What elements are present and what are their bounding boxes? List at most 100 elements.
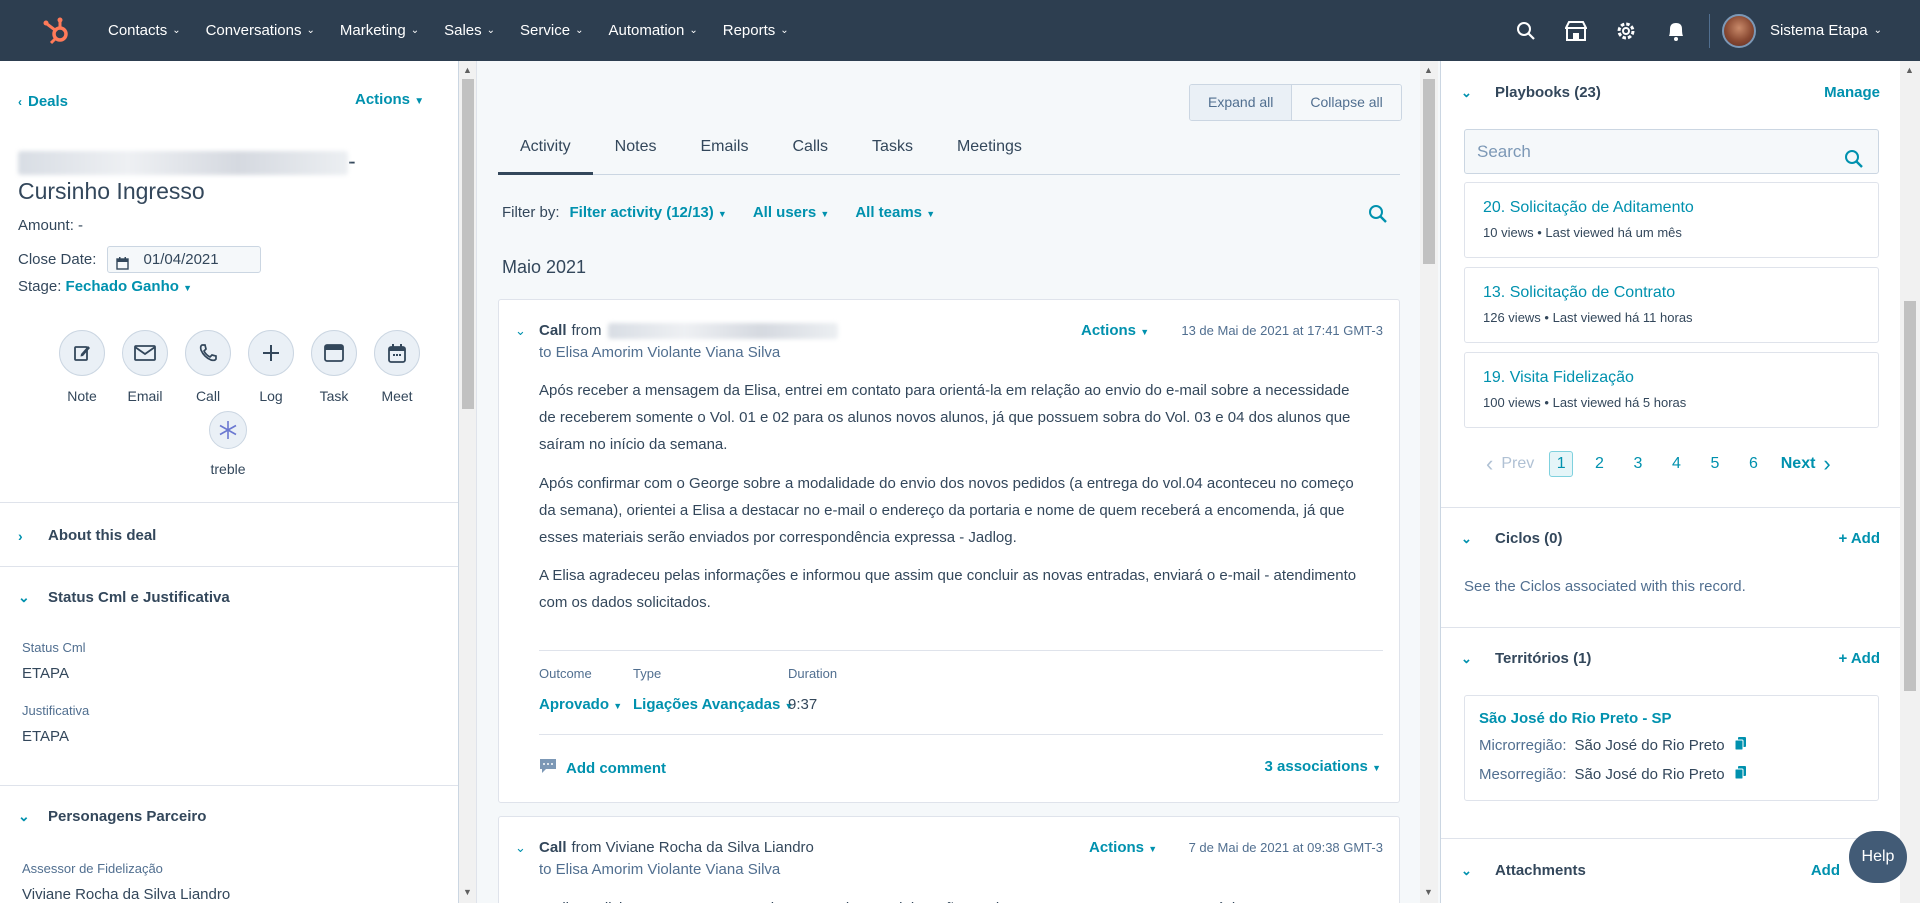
- call-button[interactable]: Call: [176, 330, 240, 404]
- tab-activity[interactable]: Activity: [498, 135, 593, 175]
- close-date-input[interactable]: 01/04/2021: [106, 246, 261, 273]
- scroll-down-icon[interactable]: ▼: [1424, 887, 1433, 897]
- page-1-button[interactable]: 1: [1549, 451, 1574, 477]
- territorios-section-toggle[interactable]: ⌄ Territórios (1): [1461, 650, 1591, 667]
- associations-dropdown[interactable]: 3 associations ▼: [1265, 758, 1381, 775]
- filter-activity-dropdown[interactable]: Filter activity (12/13) ▼: [570, 204, 727, 221]
- nav-service[interactable]: Service ⌄: [520, 22, 583, 39]
- page-4-button[interactable]: 4: [1657, 455, 1696, 473]
- comment-icon: [539, 758, 557, 778]
- note-button[interactable]: Note: [50, 330, 114, 404]
- card-header[interactable]: ⌄ Call from Viviane Rocha da Silva Liand…: [515, 839, 814, 856]
- deal-title[interactable]: - Cursinho Ingresso: [18, 146, 438, 206]
- log-button[interactable]: Log: [239, 330, 303, 404]
- about-section-toggle[interactable]: › About this deal: [18, 527, 156, 544]
- snowflake-icon: [209, 411, 247, 449]
- stage-dropdown[interactable]: Fechado Ganho ▼: [66, 278, 192, 295]
- left-scrollbar[interactable]: ▲ ▼: [459, 61, 477, 903]
- attachments-section-toggle[interactable]: ⌄ Attachments: [1461, 862, 1586, 879]
- scroll-up-icon[interactable]: ▲: [1905, 65, 1914, 75]
- card-header[interactable]: ⌄ Call from: [515, 322, 838, 339]
- playbook-card[interactable]: 20. Solicitação de Aditamento 10 views •…: [1464, 182, 1879, 258]
- chevron-down-icon: ⌄: [689, 25, 698, 36]
- tab-meetings[interactable]: Meetings: [935, 135, 1044, 175]
- back-to-deals-link[interactable]: ‹ Deals: [18, 93, 68, 110]
- justificativa-value[interactable]: ETAPA: [22, 728, 69, 745]
- scroll-thumb[interactable]: [1423, 79, 1435, 264]
- center-scrollbar[interactable]: ▲ ▼: [1420, 61, 1438, 903]
- tab-calls[interactable]: Calls: [770, 135, 850, 175]
- scroll-down-icon[interactable]: ▼: [463, 887, 472, 897]
- collapse-all-button[interactable]: Collapse all: [1292, 85, 1401, 120]
- hubspot-logo-icon[interactable]: [28, 0, 86, 61]
- all-users-dropdown[interactable]: All users ▼: [753, 204, 829, 221]
- search-icon[interactable]: [1368, 204, 1388, 227]
- type-dropdown[interactable]: Ligações Avançadas ▼: [633, 696, 793, 713]
- calendar-icon: [374, 330, 420, 376]
- add-territorios-button[interactable]: + Add: [1838, 650, 1880, 667]
- manage-playbooks-link[interactable]: Manage: [1824, 84, 1880, 101]
- copy-icon[interactable]: [1734, 737, 1746, 754]
- chevron-down-icon: ⌄: [18, 589, 30, 605]
- nav-marketing[interactable]: Marketing ⌄: [340, 22, 419, 39]
- user-menu[interactable]: Sistema Etapa ⌄: [1770, 22, 1882, 39]
- playbooks-search-input[interactable]: Search: [1464, 129, 1879, 174]
- copy-icon[interactable]: [1734, 766, 1746, 783]
- outcome-dropdown[interactable]: Aprovado ▼: [539, 696, 622, 713]
- expand-all-button[interactable]: Expand all: [1190, 85, 1293, 120]
- tab-tasks[interactable]: Tasks: [850, 135, 935, 175]
- status-cml-value[interactable]: ETAPA: [22, 665, 69, 682]
- chevron-down-icon[interactable]: ⌄: [515, 840, 539, 856]
- nav-reports[interactable]: Reports ⌄: [723, 22, 789, 39]
- ciclos-section-toggle[interactable]: ⌄ Ciclos (0): [1461, 530, 1563, 547]
- bell-icon[interactable]: [1651, 0, 1701, 61]
- caret-down-icon: ▼: [1372, 763, 1381, 773]
- gear-icon[interactable]: [1601, 0, 1651, 61]
- edit-icon: [59, 330, 105, 376]
- marketplace-icon[interactable]: [1551, 0, 1601, 61]
- next-page-button[interactable]: Next: [1781, 455, 1816, 473]
- add-ciclos-button[interactable]: + Add: [1838, 530, 1880, 547]
- redacted-text: [607, 322, 838, 339]
- chevron-down-icon[interactable]: ⌄: [515, 323, 539, 339]
- nav-conversations[interactable]: Conversations ⌄: [206, 22, 315, 39]
- meet-button[interactable]: Meet: [365, 330, 429, 404]
- add-attachment-button[interactable]: Add: [1811, 862, 1840, 879]
- card-actions-button[interactable]: Actions ▼: [1081, 322, 1149, 339]
- add-comment-button[interactable]: Add comment: [539, 758, 666, 778]
- right-scrollbar[interactable]: ▲: [1900, 61, 1920, 903]
- scroll-thumb[interactable]: [1904, 301, 1916, 691]
- search-icon[interactable]: [1501, 0, 1551, 61]
- tab-notes[interactable]: Notes: [593, 135, 679, 175]
- search-icon[interactable]: [1844, 142, 1864, 185]
- treble-button[interactable]: treble: [207, 411, 249, 477]
- card-actions-button[interactable]: Actions ▼: [1089, 839, 1157, 856]
- status-section-toggle[interactable]: ⌄ Status Cml e Justificativa: [18, 589, 230, 606]
- playbook-card[interactable]: 19. Visita Fidelização 100 views • Last …: [1464, 352, 1879, 428]
- page-6-button[interactable]: 6: [1734, 455, 1773, 473]
- scroll-thumb[interactable]: [462, 79, 474, 409]
- page-3-button[interactable]: 3: [1619, 455, 1658, 473]
- email-button[interactable]: Email: [113, 330, 177, 404]
- task-button[interactable]: Task: [302, 330, 366, 404]
- help-button[interactable]: Help: [1849, 831, 1907, 883]
- nav-contacts[interactable]: Contacts ⌄: [108, 22, 181, 39]
- tab-emails[interactable]: Emails: [678, 135, 770, 175]
- playbook-card[interactable]: 13. Solicitação de Contrato 126 views • …: [1464, 267, 1879, 343]
- page-5-button[interactable]: 5: [1696, 455, 1735, 473]
- playbooks-section-toggle[interactable]: ⌄ Playbooks (23): [1461, 84, 1601, 101]
- deal-actions-button[interactable]: Actions ▼: [355, 91, 424, 108]
- avatar[interactable]: [1722, 13, 1757, 48]
- task-icon: [311, 330, 357, 376]
- page-2-button[interactable]: 2: [1580, 455, 1619, 473]
- scroll-up-icon[interactable]: ▲: [463, 65, 472, 75]
- personagens-section-toggle[interactable]: ⌄ Personagens Parceiro: [18, 808, 206, 825]
- nav-sales[interactable]: Sales ⌄: [444, 22, 495, 39]
- territory-name-link[interactable]: São José do Rio Preto - SP: [1479, 710, 1672, 727]
- close-date-property: Close Date: 01/04/2021: [18, 246, 261, 273]
- all-teams-dropdown[interactable]: All teams ▼: [855, 204, 935, 221]
- assessor-value[interactable]: Viviane Rocha da Silva Liandro: [22, 886, 230, 903]
- chevron-right-icon[interactable]: ›: [1823, 451, 1830, 477]
- scroll-up-icon[interactable]: ▲: [1424, 65, 1433, 75]
- nav-automation[interactable]: Automation ⌄: [608, 22, 697, 39]
